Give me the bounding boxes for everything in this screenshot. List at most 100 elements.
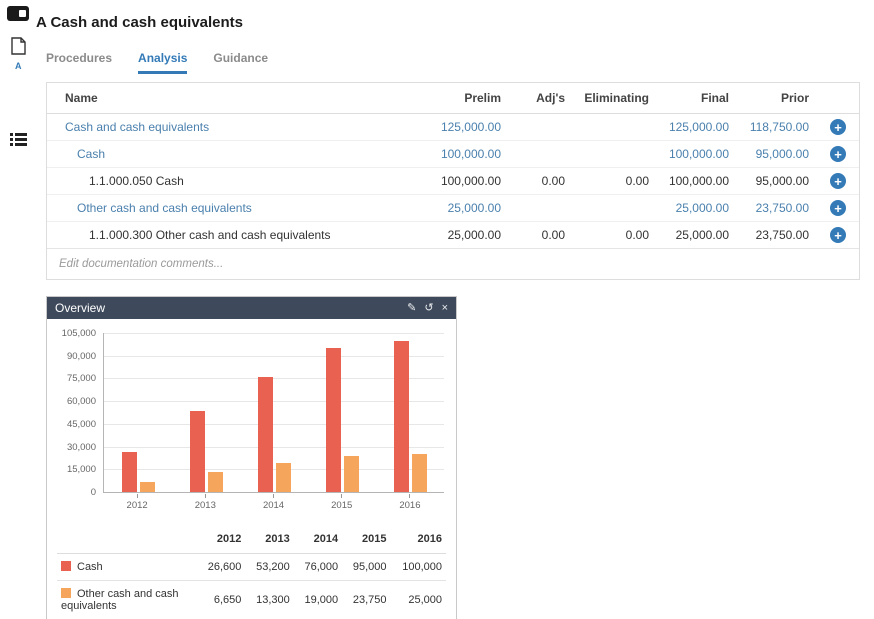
cell-prior: 95,000.00 [737,168,817,195]
left-toolbar: A [0,0,36,619]
analysis-table-body: Cash and cash equivalents125,000.00125,0… [47,114,859,249]
panel-toggle-button[interactable] [7,6,29,21]
x-tick-label: 2015 [308,494,376,511]
tab-analysis[interactable]: Analysis [138,51,187,74]
overview-widget: Overview ✎ ↺ × 0 15,000 30,000 45,000 60,000 75… [46,296,457,619]
series-value: 95,000 [342,554,390,581]
legend-swatch [61,588,71,598]
cell-final: 100,000.00 [657,141,737,168]
account-group-link[interactable]: Cash and cash equivalents [47,114,417,141]
cell-eliminating [573,114,657,141]
series-value: 6,650 [197,581,245,619]
tab-guidance[interactable]: Guidance [213,51,268,74]
series-row: Other cash and cash equivalents6,65013,3… [57,581,446,619]
cell-prior: 118,750.00 [737,114,817,141]
cell-final: 125,000.00 [657,114,737,141]
documentation-comment-input[interactable]: Edit documentation comments... [47,249,859,279]
bar-other-cash-and-cash-equivalents [140,482,155,492]
cell-adjs [509,195,573,222]
history-icon[interactable]: ↺ [424,303,433,314]
bar-other-cash-and-cash-equivalents [208,472,223,492]
column-header: Adj's [509,83,573,114]
series-label: Other cash and cash equivalents [57,581,197,619]
bar-other-cash-and-cash-equivalents [344,456,359,492]
table-row: Cash and cash equivalents125,000.00125,0… [47,114,859,141]
x-tick-label: 2012 [103,494,171,511]
y-tick-label: 75,000 [67,373,96,384]
y-tick-label: 90,000 [67,351,96,362]
x-tick-label: 2016 [376,494,444,511]
series-value: 26,600 [197,554,245,581]
bar-group-2015 [326,348,359,492]
chart-y-axis: 015,00030,00045,00060,00075,00090,000105… [49,333,103,493]
cell-eliminating: 0.00 [573,168,657,195]
chart-x-axis: 20122013201420152016 [103,494,444,511]
account-row-label: 1.1.000.300 Other cash and cash equivale… [47,222,417,249]
y-tick-label: 45,000 [67,419,96,430]
cell-prior: 23,750.00 [737,195,817,222]
panel-toggle-icon [7,6,29,21]
checklist-nav-button[interactable] [10,133,27,151]
series-value: 23,750 [342,581,390,619]
analysis-table-panel: NamePrelimAdj'sEliminatingFinalPrior Cas… [46,82,860,280]
y-tick-label: 15,000 [67,464,96,475]
cell-eliminating: 0.00 [573,222,657,249]
series-value: 13,300 [245,581,293,619]
bar-group-2014 [258,377,291,492]
y-tick-label: 0 [91,487,96,498]
add-annotation-button[interactable]: + [830,227,846,243]
document-nav-button[interactable]: A [11,37,26,71]
bar-cash [326,348,341,492]
cell-prelim: 125,000.00 [417,114,509,141]
year-column-header: 2016 [391,527,447,554]
y-tick-label: 105,000 [62,328,96,339]
series-value: 53,200 [245,554,293,581]
chart-plot [103,333,444,493]
document-icon [11,42,26,59]
main-content: A Cash and cash equivalents Procedures An… [36,0,874,619]
bar-chart: 0 15,000 30,000 45,000 60,000 75,000 90,000 105… [47,319,456,511]
table-row: 1.1.000.300 Other cash and cash equivale… [47,222,859,249]
add-annotation-button[interactable]: + [830,173,846,189]
year-column-header: 2012 [197,527,245,554]
overview-title: Overview [55,301,105,315]
cell-eliminating [573,195,657,222]
edit-icon[interactable]: ✎ [407,303,416,314]
account-row-label: 1.1.000.050 Cash [47,168,417,195]
cell-final: 25,000.00 [657,222,737,249]
series-label: Cash [57,554,197,581]
series-value: 76,000 [294,554,342,581]
add-annotation-button[interactable]: + [830,200,846,216]
legend-swatch [61,561,71,571]
bar-cash [394,341,409,492]
x-tick-label: 2013 [171,494,239,511]
add-annotation-button[interactable]: + [830,119,846,135]
page-title: A Cash and cash equivalents [36,14,860,31]
cell-prelim: 100,000.00 [417,168,509,195]
y-tick-label: 60,000 [67,396,96,407]
cell-prelim: 100,000.00 [417,141,509,168]
bar-other-cash-and-cash-equivalents [276,463,291,492]
overview-toolbar: ✎ ↺ × [407,303,448,314]
y-tick-label: 30,000 [67,442,96,453]
add-annotation-button[interactable]: + [830,146,846,162]
close-icon[interactable]: × [442,303,448,314]
table-row: 1.1.000.050 Cash100,000.000.000.00100,00… [47,168,859,195]
account-group-link[interactable]: Cash [47,141,417,168]
series-value: 100,000 [391,554,447,581]
tab-procedures[interactable]: Procedures [46,51,112,74]
cell-adjs: 0.00 [509,222,573,249]
table-row: Other cash and cash equivalents25,000.00… [47,195,859,222]
year-column-header: 2013 [245,527,293,554]
series-row: Cash26,60053,20076,00095,000100,000 [57,554,446,581]
bar-group-2016 [394,341,427,492]
bar-group-2013 [190,411,223,492]
account-group-link[interactable]: Other cash and cash equivalents [47,195,417,222]
cell-prior: 95,000.00 [737,141,817,168]
column-header: Prelim [417,83,509,114]
table-row: Cash100,000.00100,000.0095,000.00+ [47,141,859,168]
cell-adjs [509,141,573,168]
bar-group-2012 [122,452,155,492]
cell-adjs [509,114,573,141]
app-window: A A Cash and cash equivalents Procedures… [0,0,874,619]
